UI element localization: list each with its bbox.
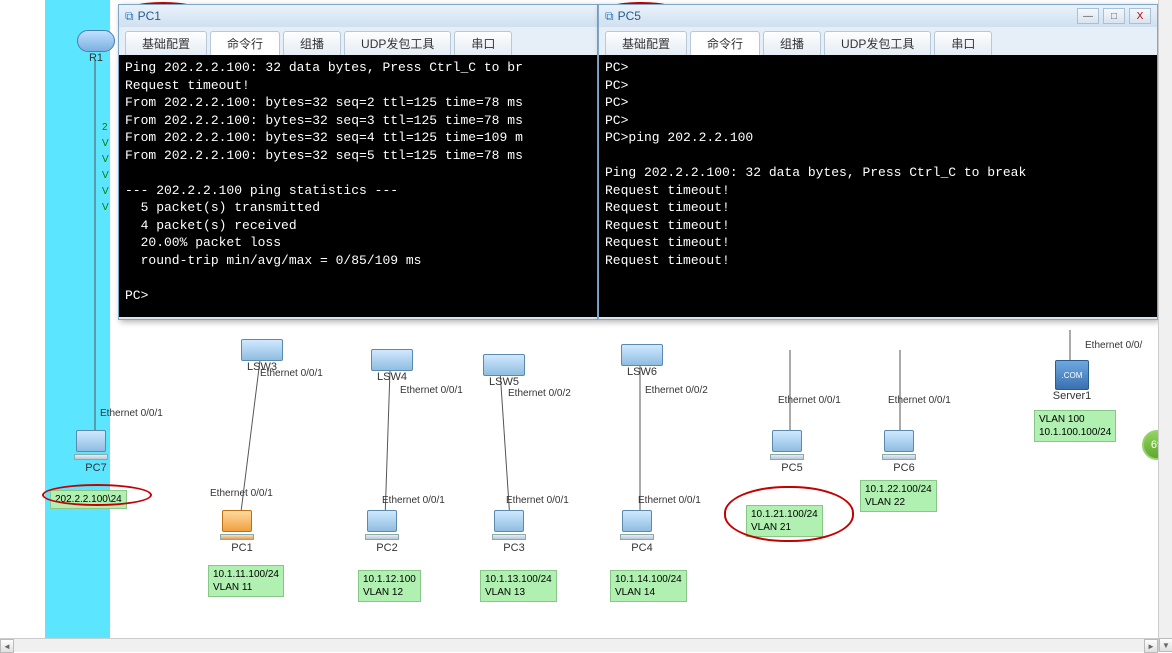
pc6-device[interactable]: PC6: [880, 430, 928, 474]
ip-badge-pc6: 10.1.22.100/24 VLAN 22: [860, 480, 937, 512]
device-label: PC3: [490, 542, 538, 554]
port-label: Ethernet 0/0/1: [638, 495, 701, 506]
tab-basic-config[interactable]: 基础配置: [125, 31, 207, 55]
device-label: Server1: [1048, 390, 1096, 402]
app-icon: ⧉: [605, 9, 614, 24]
port-label: Ethernet 0/0/1: [382, 495, 445, 506]
tab-bar: 基础配置 命令行 组播 UDP发包工具 串口: [119, 27, 597, 55]
switch-lsw5[interactable]: LSW5: [480, 350, 528, 388]
ip-badge-pc4: 10.1.14.100/24 VLAN 14: [610, 570, 687, 602]
port-label: Ethernet 0/0/2: [508, 388, 571, 399]
minimize-icon: —: [1083, 11, 1093, 22]
pc-icon: [880, 430, 918, 462]
pc2-device[interactable]: PC2: [363, 510, 411, 554]
switch-icon: [483, 354, 525, 376]
tab-multicast[interactable]: 组播: [763, 31, 821, 55]
pc1-device[interactable]: PC1: [218, 510, 266, 554]
port-label: Ethernet 0/0/1: [506, 495, 569, 506]
pc-icon: [490, 510, 528, 542]
tab-command-line[interactable]: 命令行: [690, 31, 760, 55]
pc7-device[interactable]: PC7: [72, 430, 120, 474]
minimize-button[interactable]: —: [1077, 8, 1099, 24]
device-label: PC2: [363, 542, 411, 554]
device-label: R1: [72, 52, 120, 64]
terminal-window-pc5[interactable]: ⧉ PC5 — □ X 基础配置 命令行 组播 UDP发包工具 串口 PC> P…: [598, 4, 1158, 320]
window-titlebar[interactable]: ⧉ PC5 — □ X: [599, 5, 1157, 27]
app-icon: ⧉: [125, 9, 134, 24]
ip-badge-server1: VLAN 100 10.1.100.100/24: [1034, 410, 1116, 442]
ip-badge-pc5: 10.1.21.100/24 VLAN 21: [746, 505, 823, 537]
tab-basic-config[interactable]: 基础配置: [605, 31, 687, 55]
device-label: PC4: [618, 542, 666, 554]
tab-multicast[interactable]: 组播: [283, 31, 341, 55]
pc-icon: [218, 510, 256, 542]
port-label: Ethernet 0/0/2: [645, 385, 708, 396]
switch-icon: [371, 349, 413, 371]
router-icon: [77, 30, 115, 52]
close-icon: X: [1137, 11, 1144, 22]
terminal-window-pc1[interactable]: ⧉ PC1 基础配置 命令行 组播 UDP发包工具 串口 Ping 202.2.…: [118, 4, 598, 320]
tab-bar: 基础配置 命令行 组播 UDP发包工具 串口: [599, 27, 1157, 55]
window-title: PC5: [618, 9, 641, 23]
port-label: Ethernet 0/0/1: [888, 395, 951, 406]
device-label: PC7: [72, 462, 120, 474]
ip-badge-pc1: 10.1.11.100/24 VLAN 11: [208, 565, 284, 597]
port-label: Ethernet 0/0/1: [100, 408, 163, 419]
vlan-zone: [45, 0, 110, 640]
pc4-device[interactable]: PC4: [618, 510, 666, 554]
ip-badge-pc3: 10.1.13.100/24 VLAN 13: [480, 570, 557, 602]
pc-icon: [768, 430, 806, 462]
pc5-device[interactable]: PC5: [768, 430, 816, 474]
scroll-left-button[interactable]: ◄: [0, 639, 14, 653]
port-label: Ethernet 0/0/1: [778, 395, 841, 406]
tab-serial[interactable]: 串口: [454, 31, 512, 55]
device-label: PC1: [218, 542, 266, 554]
side-markers: 2 V V V V V: [102, 120, 109, 216]
horizontal-scrollbar[interactable]: ◄ ►: [0, 638, 1158, 652]
pc-icon: [618, 510, 656, 542]
maximize-icon: □: [1111, 11, 1117, 22]
scroll-down-button[interactable]: ▼: [1159, 638, 1172, 652]
pc-icon: [363, 510, 401, 542]
maximize-button[interactable]: □: [1103, 8, 1125, 24]
router-device[interactable]: R1: [72, 30, 120, 64]
device-label: LSW5: [480, 376, 528, 388]
tab-command-line[interactable]: 命令行: [210, 31, 280, 55]
tab-udp-tool[interactable]: UDP发包工具: [344, 31, 451, 55]
device-label: PC6: [880, 462, 928, 474]
port-label: Ethernet 0/0/: [1085, 340, 1142, 351]
server-icon: .COM: [1055, 360, 1089, 390]
pc3-device[interactable]: PC3: [490, 510, 538, 554]
pc-icon: [72, 430, 110, 462]
switch-lsw6[interactable]: LSW6: [618, 340, 666, 378]
tab-serial[interactable]: 串口: [934, 31, 992, 55]
window-title: PC1: [138, 9, 161, 23]
switch-icon: [621, 344, 663, 366]
device-label: LSW4: [368, 371, 416, 383]
device-label: PC5: [768, 462, 816, 474]
switch-lsw4[interactable]: LSW4: [368, 345, 416, 383]
scroll-right-button[interactable]: ►: [1144, 639, 1158, 653]
server-tag: .COM: [1062, 371, 1083, 380]
ip-badge-pc7: 202.2.2.100\24: [50, 490, 127, 509]
window-titlebar[interactable]: ⧉ PC1: [119, 5, 597, 27]
port-label: Ethernet 0/0/1: [400, 385, 463, 396]
port-label: Ethernet 0/0/1: [260, 368, 323, 379]
device-label: LSW6: [618, 366, 666, 378]
server1-device[interactable]: .COM Server1: [1048, 360, 1096, 402]
vertical-scrollbar[interactable]: ▼: [1158, 0, 1172, 652]
switch-icon: [241, 339, 283, 361]
terminal-output[interactable]: Ping 202.2.2.100: 32 data bytes, Press C…: [119, 55, 597, 317]
terminal-output[interactable]: PC> PC> PC> PC> PC>ping 202.2.2.100 Ping…: [599, 55, 1157, 317]
ip-badge-pc2: 10.1.12.100 VLAN 12: [358, 570, 421, 602]
close-button[interactable]: X: [1129, 8, 1151, 24]
tab-udp-tool[interactable]: UDP发包工具: [824, 31, 931, 55]
port-label: Ethernet 0/0/1: [210, 488, 273, 499]
